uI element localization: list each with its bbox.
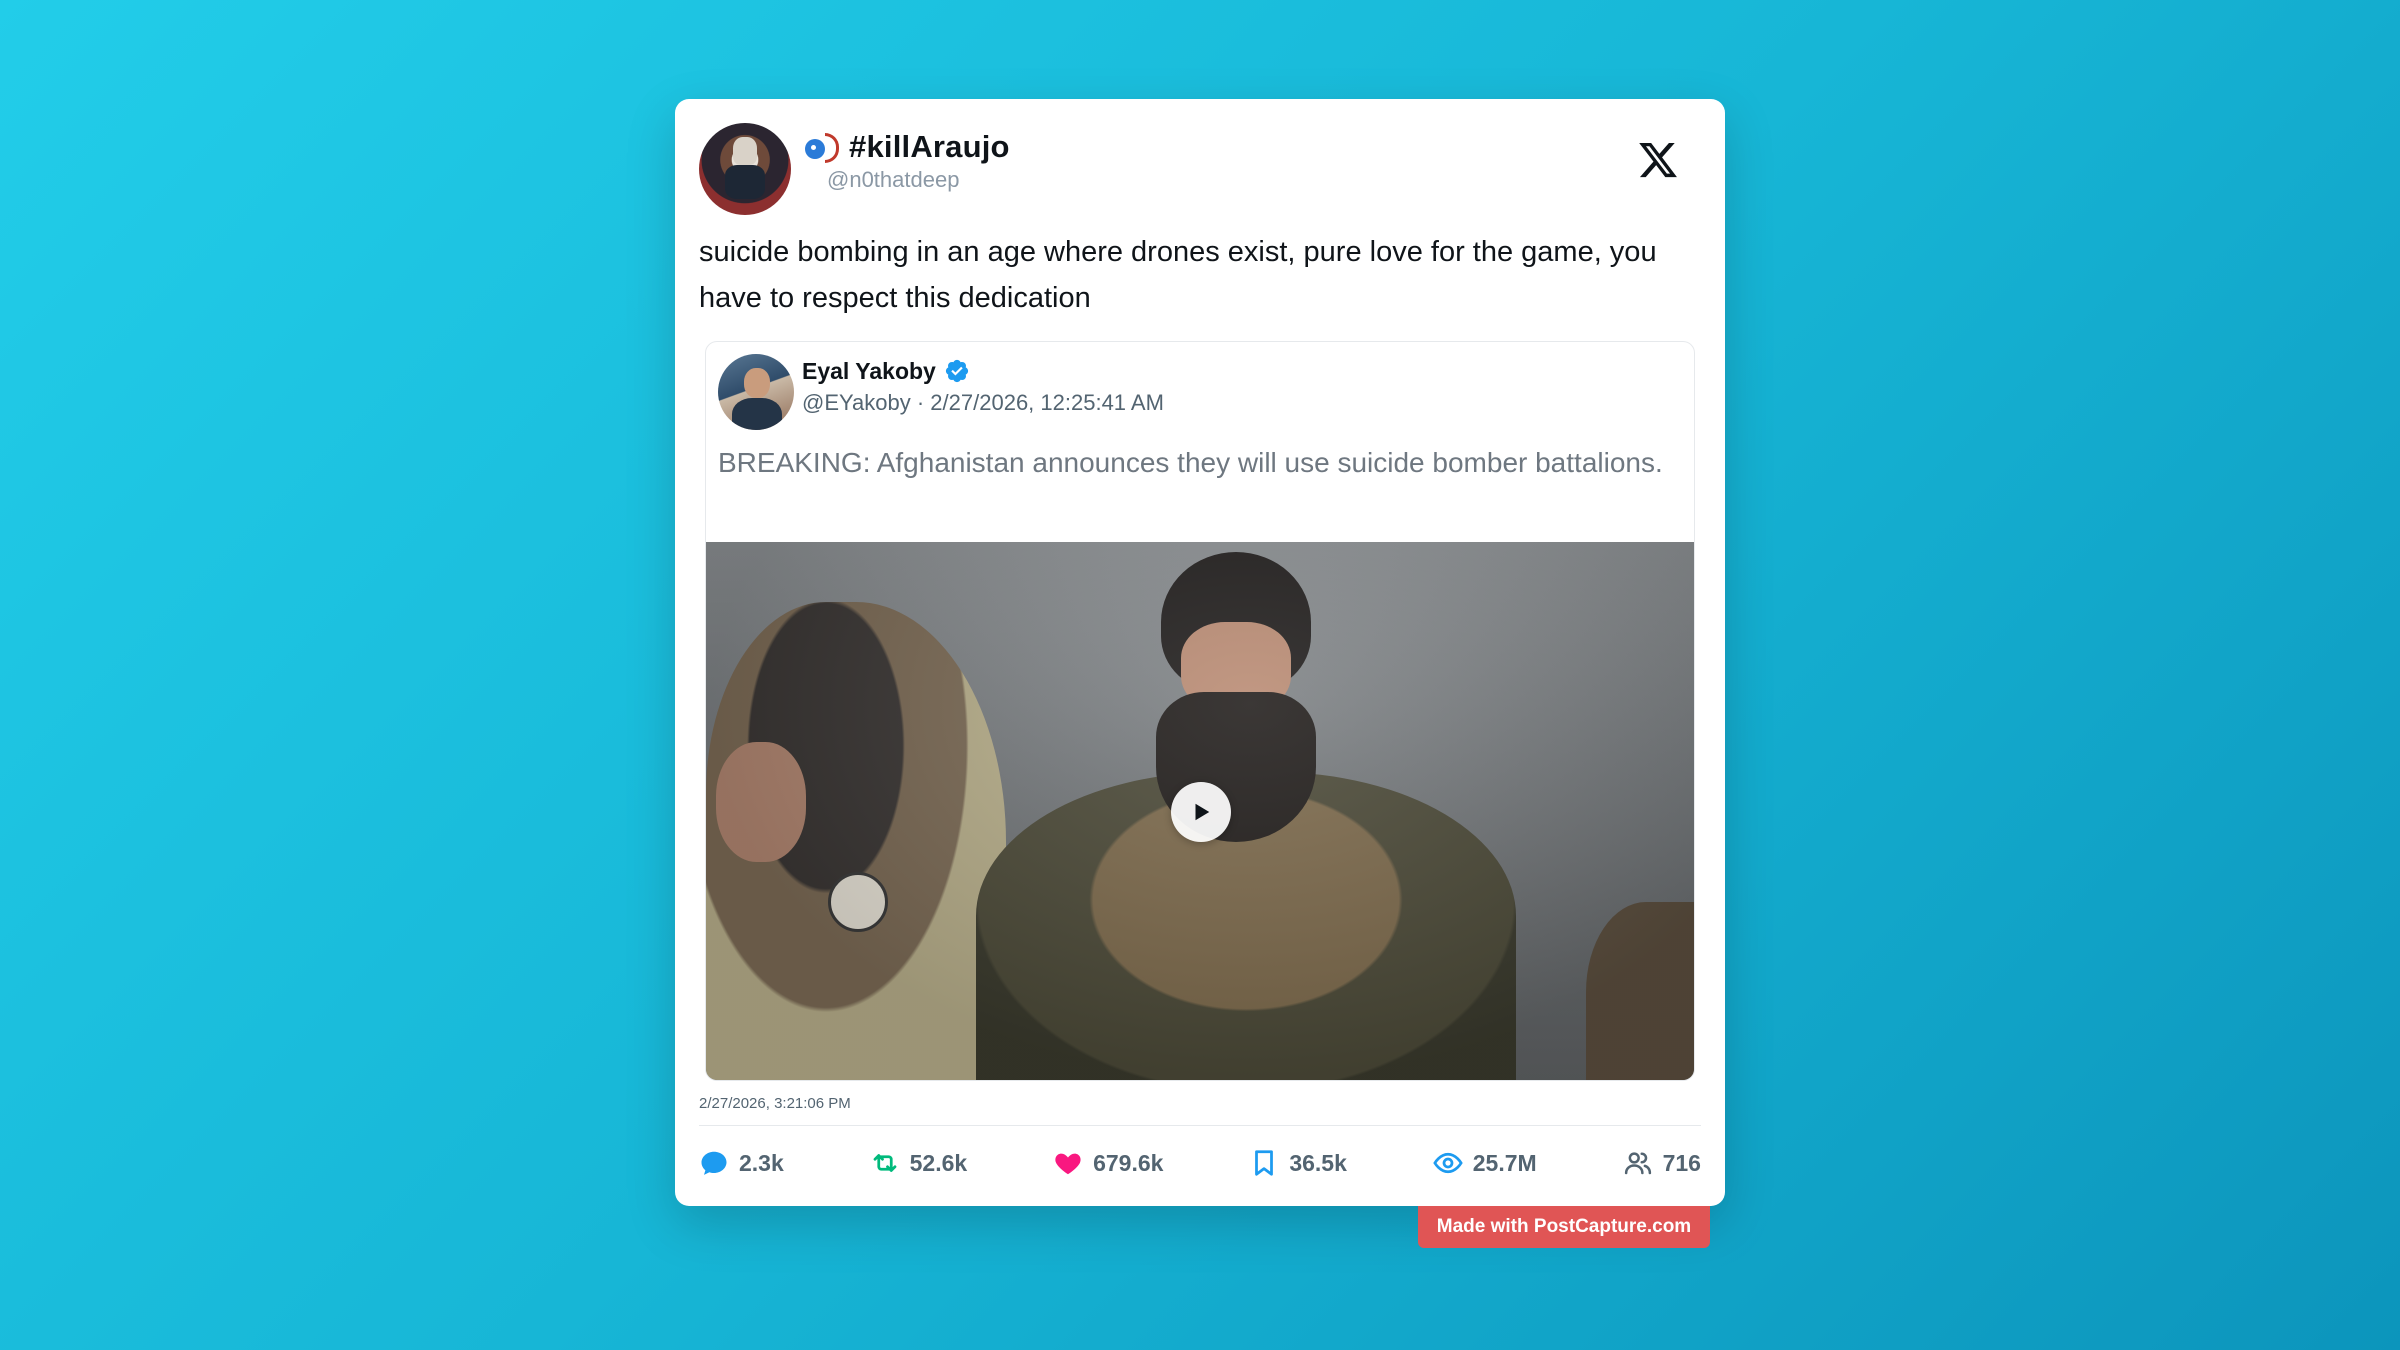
watermark-badge[interactable]: Made with PostCapture.com: [1418, 1206, 1710, 1248]
author-display-name[interactable]: #killAraujo: [849, 129, 1010, 165]
quoted-video[interactable]: [706, 542, 1694, 1080]
like-count: 679.6k: [1093, 1149, 1164, 1176]
verified-badge-icon: [945, 359, 968, 383]
play-icon: [1195, 803, 1210, 821]
x-logo-icon[interactable]: [1637, 139, 1679, 181]
author-avatar[interactable]: [699, 123, 791, 215]
eye-icon: [1433, 1152, 1463, 1174]
like-stat[interactable]: 679.6k: [1053, 1148, 1163, 1178]
quoted-author-avatar[interactable]: [718, 354, 794, 430]
reply-count: 2.3k: [739, 1149, 784, 1176]
tweet-header: #killAraujo @n0thatdeep: [699, 123, 1701, 215]
bookmark-stat[interactable]: 36.5k: [1249, 1148, 1347, 1178]
community-count: 716: [1662, 1149, 1701, 1176]
play-button[interactable]: [1171, 782, 1231, 842]
heart-icon: [1055, 1153, 1081, 1175]
quoted-name-line: Eyal Yakoby: [802, 356, 970, 386]
bookmark-count: 36.5k: [1289, 1149, 1347, 1176]
retweet-stat[interactable]: 52.6k: [870, 1148, 968, 1178]
microphone-emoji-icon: [803, 129, 843, 165]
retweet-count: 52.6k: [909, 1149, 968, 1176]
reply-bubble-icon: [701, 1151, 727, 1175]
tweet-text: suicide bombing in an age where drones e…: [699, 236, 1657, 314]
tweet-timestamp: 2/27/2026, 3:21:06 PM: [699, 1095, 851, 1112]
people-icon: [1624, 1152, 1651, 1175]
views-stat[interactable]: 25.7M: [1433, 1148, 1537, 1178]
divider: [699, 1125, 1701, 1126]
reply-stat[interactable]: 2.3k: [699, 1148, 784, 1178]
quoted-author-name[interactable]: Eyal Yakoby: [802, 358, 936, 385]
tweet-card: #killAraujo @n0thatdeep suicide bombing …: [675, 99, 1725, 1206]
author-name-line: #killAraujo: [803, 127, 1010, 167]
quoted-meta: @EYakoby · 2/27/2026, 12:25:41 AM: [802, 390, 1164, 415]
quoted-tweet[interactable]: Eyal Yakoby @EYakoby · 2/27/2026, 12:25:…: [705, 341, 1695, 1081]
quoted-text: BREAKING: Afghanistan announces they wil…: [718, 447, 1663, 478]
retweet-icon: [873, 1154, 897, 1172]
stats-bar: 2.3k 52.6k 679.6k 36.5k 25.7M 716: [699, 1139, 1701, 1187]
community-stat[interactable]: 716: [1623, 1148, 1701, 1178]
views-count: 25.7M: [1472, 1149, 1537, 1176]
author-handle[interactable]: @n0thatdeep: [827, 167, 959, 193]
bookmark-icon: [1255, 1150, 1274, 1176]
